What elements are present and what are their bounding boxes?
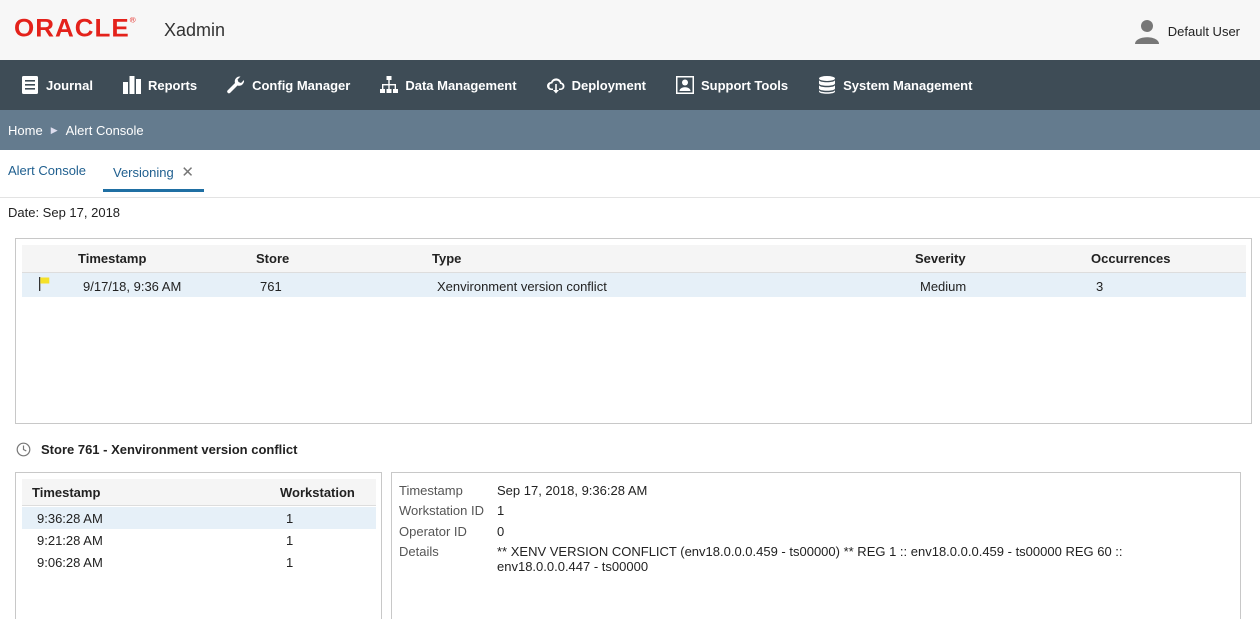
cell-workstation: 1 <box>286 511 294 526</box>
user-menu[interactable]: Default User <box>1134 18 1240 44</box>
nav-journal[interactable]: Journal <box>20 75 93 95</box>
column-header-type[interactable]: Type <box>432 251 461 266</box>
tab-bar: Alert Console Versioning ✕ <box>0 150 1260 198</box>
support-icon <box>675 76 694 94</box>
nav-data-management[interactable]: Data Management <box>379 75 517 95</box>
nav-label: Config Manager <box>252 77 351 93</box>
tab-versioning[interactable]: Versioning ✕ <box>103 163 204 192</box>
oracle-logo: ORACLE® <box>14 13 137 43</box>
cell-occurrences: 3 <box>1096 279 1104 294</box>
journal-icon <box>22 76 38 94</box>
cell-workstation: 1 <box>286 555 294 570</box>
occurrence-details: Timestamp Sep 17, 2018, 9:36:28 AM Workst… <box>391 472 1241 619</box>
details-line: env18.0.0.0.447 - ts00000 <box>497 559 649 574</box>
nav-system-management[interactable]: System Management <box>817 75 972 95</box>
nav-config-manager[interactable]: Config Manager <box>226 75 350 95</box>
detail-title-text: Store 761 - Xenvironment version conflic… <box>41 442 298 457</box>
nav-support-tools[interactable]: Support Tools <box>675 75 788 95</box>
field-label: Workstation ID <box>399 503 485 518</box>
close-icon[interactable]: ✕ <box>181 164 194 181</box>
table-row[interactable]: 9:06:28 AM 1 <box>22 551 376 573</box>
field-value: ** XENV VERSION CONFLICT (env18.0.0.0.45… <box>497 544 1123 574</box>
detail-timestamp: Timestamp Sep 17, 2018, 9:36:28 AM <box>399 483 647 498</box>
reports-icon <box>122 76 141 94</box>
tab-label: Alert Console <box>8 163 87 178</box>
cell-store: 761 <box>260 279 282 294</box>
clock-icon <box>16 442 31 457</box>
database-icon <box>819 76 836 94</box>
table-row[interactable]: 9:21:28 AM 1 <box>22 529 376 551</box>
cell-timestamp: 9:21:28 AM <box>37 533 103 548</box>
user-icon <box>1134 20 1159 44</box>
column-header-workstation[interactable]: Workstation <box>280 485 355 500</box>
tab-label: Versioning <box>113 165 174 180</box>
wrench-icon <box>227 76 245 94</box>
alerts-table-header: Timestamp Store Type Severity Occurrence… <box>22 245 1246 273</box>
table-row[interactable]: 9/17/18, 9:36 AM 761 Xenvironment versio… <box>22 273 1246 297</box>
cell-timestamp: 9:36:28 AM <box>37 511 103 526</box>
nav-label: Deployment <box>571 77 646 93</box>
main-nav: Journal Reports Config Manager Data Mana… <box>0 60 1260 110</box>
field-value: Sep 17, 2018, 9:36:28 AM <box>497 483 648 498</box>
occurrences-table: Timestamp Workstation 9:36:28 AM 1 9:21:… <box>15 472 382 619</box>
cell-timestamp: 9/17/18, 9:36 AM <box>83 279 182 294</box>
details-line: ** XENV VERSION CONFLICT (env18.0.0.0.45… <box>497 544 1123 559</box>
occurrences-table-header: Timestamp Workstation <box>22 479 376 506</box>
cloud-download-icon <box>546 78 565 94</box>
nav-label: System Management <box>843 77 973 93</box>
breadcrumb-home[interactable]: Home <box>8 123 43 138</box>
nav-label: Support Tools <box>700 77 789 93</box>
cell-timestamp: 9:06:28 AM <box>37 555 103 570</box>
detail-details: Details ** XENV VERSION CONFLICT (env18.0… <box>399 544 1123 574</box>
breadcrumb-current: Alert Console <box>65 122 144 138</box>
cell-severity: Medium <box>920 279 967 294</box>
nav-label: Journal <box>46 77 93 93</box>
nav-deployment[interactable]: Deployment <box>546 75 646 95</box>
nav-reports[interactable]: Reports <box>122 75 197 95</box>
app-header: ORACLE® Xadmin Default User <box>0 0 1260 60</box>
flag-icon <box>39 277 50 291</box>
breadcrumb: Home ▶ Alert Console <box>0 110 1260 150</box>
column-header-timestamp[interactable]: Timestamp <box>32 485 100 500</box>
date-label: Date: Sep 17, 2018 <box>8 205 121 220</box>
field-label: Details <box>399 544 439 559</box>
app-name: Xadmin <box>164 20 226 40</box>
cell-type: Xenvironment version conflict <box>437 279 607 294</box>
field-label: Timestamp <box>399 483 463 498</box>
field-value: 1 <box>497 503 505 518</box>
tab-alert-console[interactable]: Alert Console <box>0 163 96 192</box>
alerts-table: Timestamp Store Type Severity Occurrence… <box>15 238 1252 424</box>
column-header-timestamp[interactable]: Timestamp <box>78 251 146 266</box>
detail-title: Store 761 - Xenvironment version conflic… <box>16 442 297 457</box>
detail-workstation-id: Workstation ID 1 <box>399 503 504 518</box>
field-label: Operator ID <box>399 524 467 539</box>
table-row[interactable]: 9:36:28 AM 1 <box>22 507 376 529</box>
nav-label: Reports <box>147 77 198 93</box>
nav-label: Data Management <box>405 77 517 93</box>
hierarchy-icon <box>380 76 399 93</box>
detail-operator-id: Operator ID 0 <box>399 524 504 539</box>
column-header-occurrences[interactable]: Occurrences <box>1091 251 1171 266</box>
cell-workstation: 1 <box>286 533 294 548</box>
chevron-right-icon: ▶ <box>50 124 58 135</box>
column-header-severity[interactable]: Severity <box>915 251 966 266</box>
field-value: 0 <box>497 524 505 539</box>
column-header-store[interactable]: Store <box>256 251 289 266</box>
user-name: Default User <box>1167 23 1240 39</box>
